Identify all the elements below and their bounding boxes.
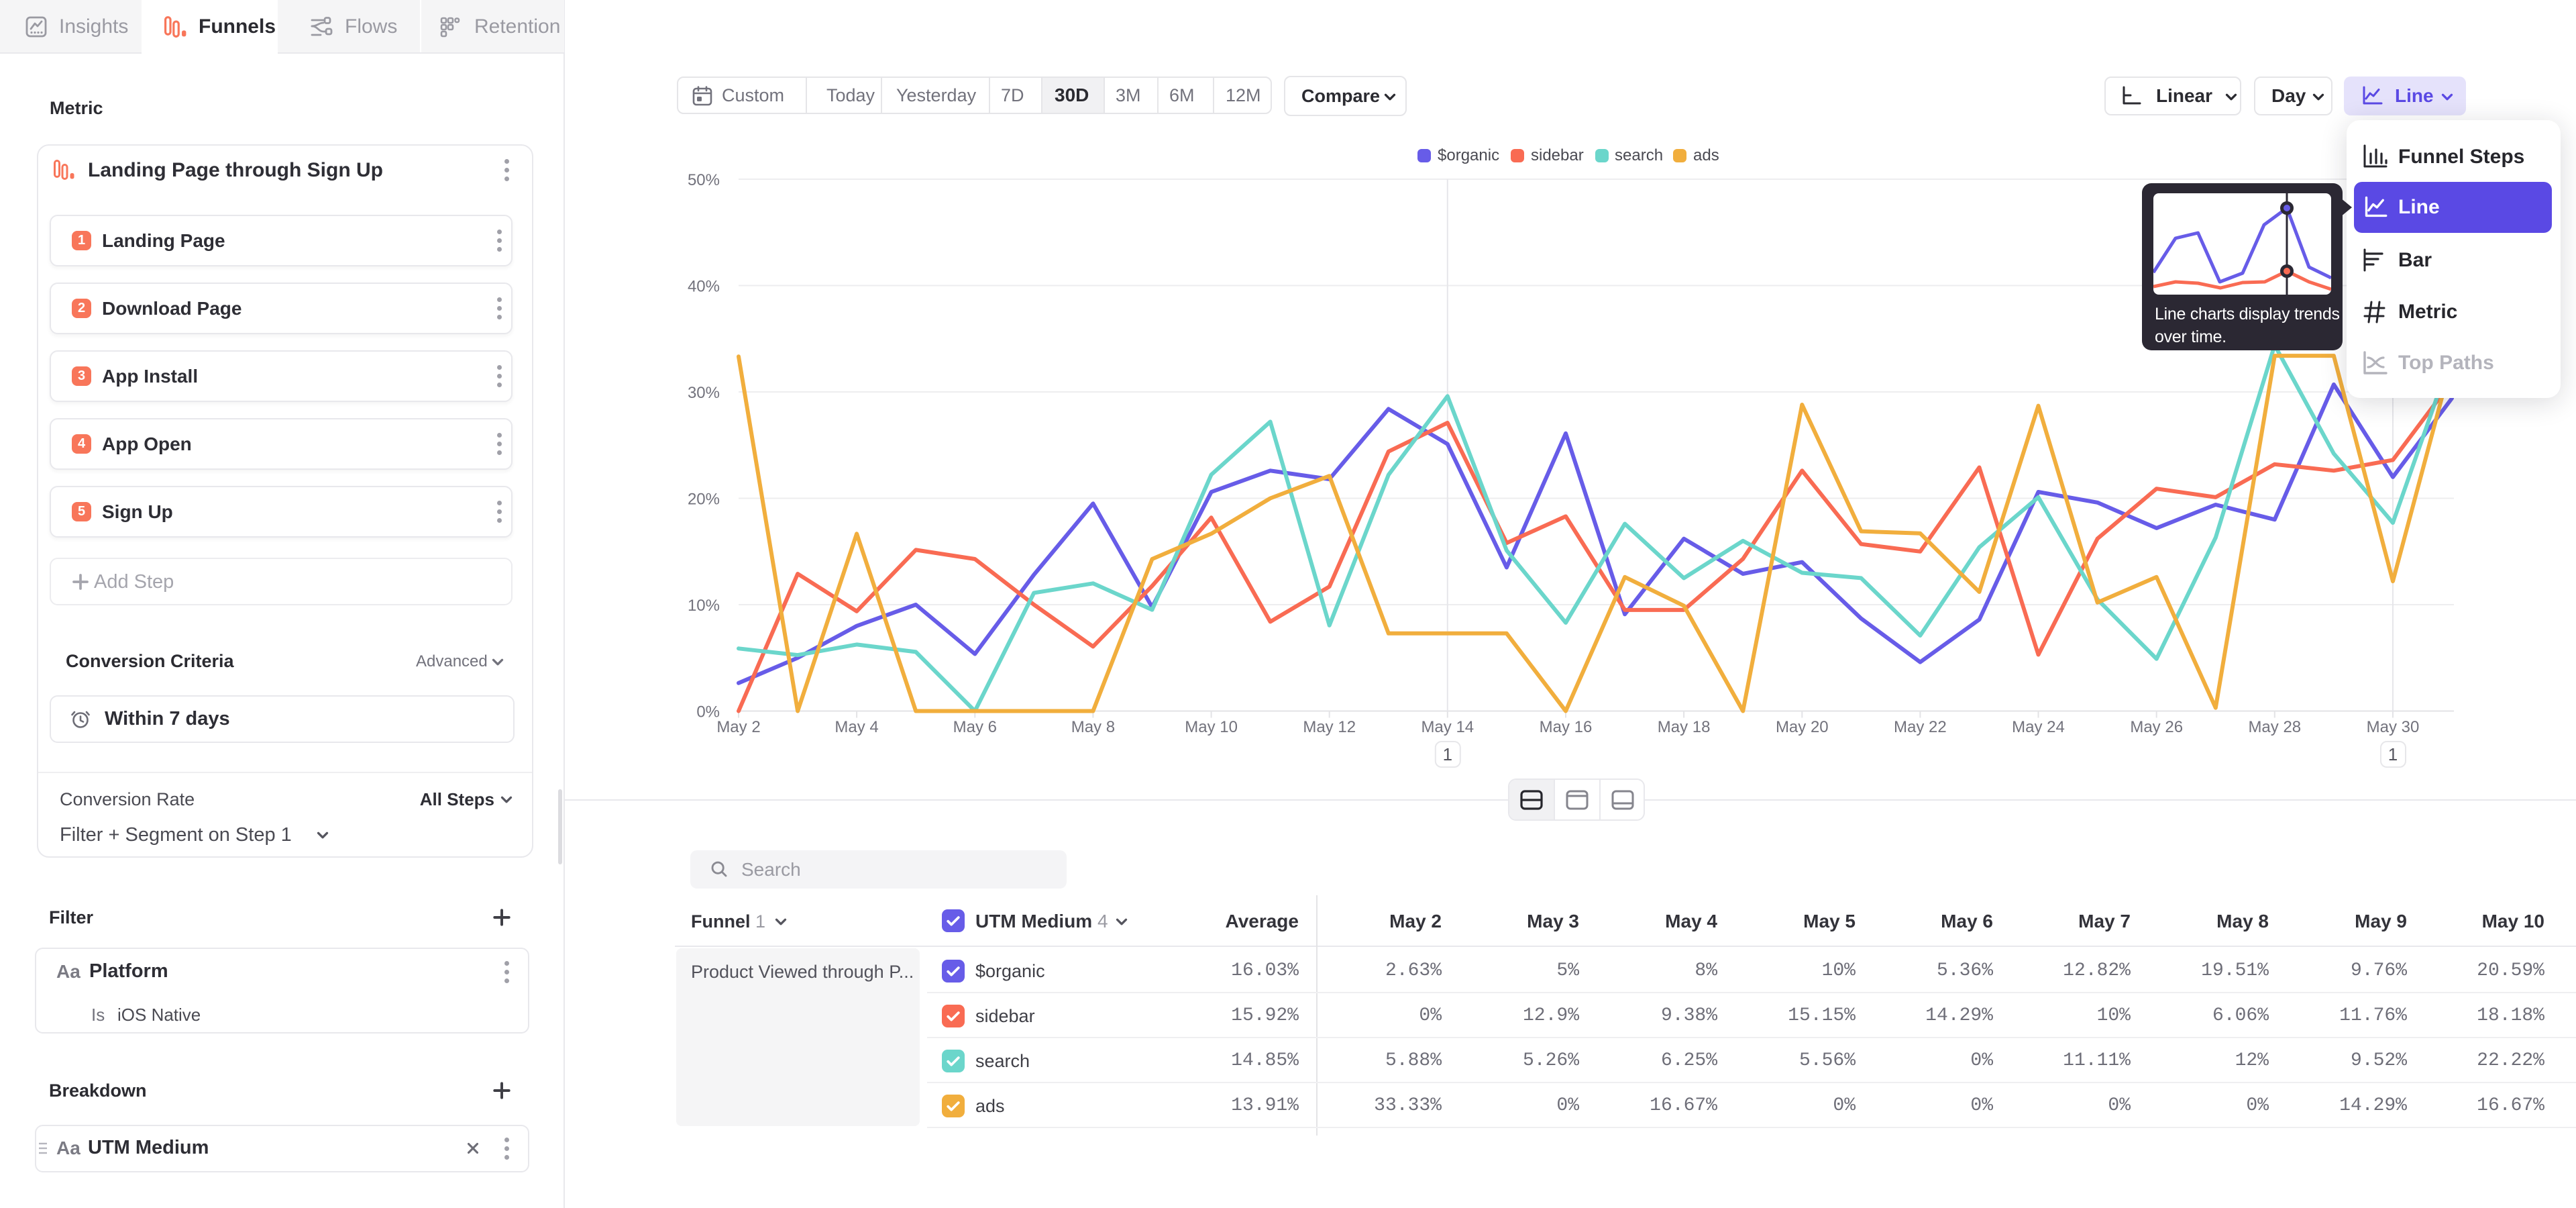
svg-text:40%: 40% [688, 278, 720, 296]
svg-text:May 28: May 28 [2248, 718, 2301, 736]
svg-text:May 20: May 20 [1776, 718, 1829, 736]
svg-text:1: 1 [1443, 744, 1452, 764]
svg-text:May 26: May 26 [2130, 718, 2183, 736]
svg-text:30%: 30% [688, 384, 720, 402]
svg-text:May 16: May 16 [1540, 718, 1593, 736]
svg-text:1: 1 [2388, 744, 2398, 764]
svg-text:May 24: May 24 [2012, 718, 2065, 736]
svg-text:May 2: May 2 [716, 718, 760, 736]
svg-text:May 14: May 14 [1421, 718, 1474, 736]
svg-text:May 22: May 22 [1894, 718, 1947, 736]
svg-text:May 12: May 12 [1303, 718, 1356, 736]
svg-text:50%: 50% [688, 171, 720, 189]
svg-text:May 8: May 8 [1071, 718, 1115, 736]
svg-text:May 6: May 6 [953, 718, 997, 736]
svg-text:20%: 20% [688, 491, 720, 509]
svg-text:10%: 10% [688, 597, 720, 615]
svg-text:May 10: May 10 [1185, 718, 1238, 736]
svg-text:May 18: May 18 [1658, 718, 1711, 736]
svg-text:May 4: May 4 [835, 718, 878, 736]
svg-text:May 30: May 30 [2367, 718, 2420, 736]
